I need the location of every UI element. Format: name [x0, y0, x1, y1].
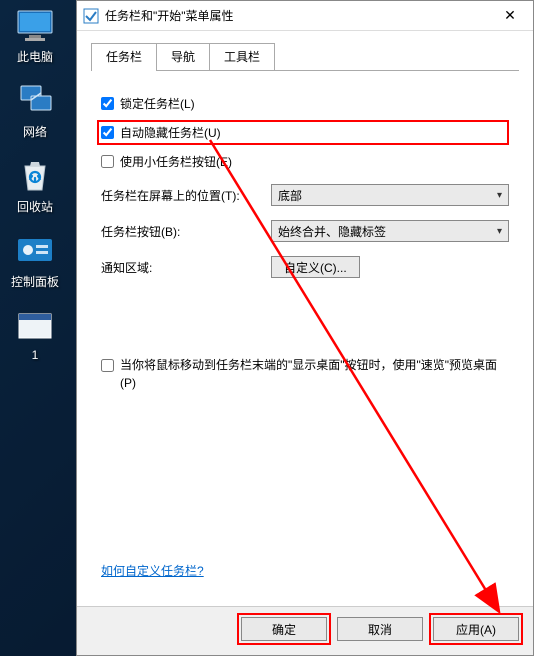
- dialog-button-row: 确定 取消 应用(A): [77, 606, 533, 655]
- position-combo[interactable]: 底部 ▾: [271, 184, 509, 206]
- taskbar-props-icon: [83, 8, 99, 24]
- control-panel-icon: [14, 233, 56, 269]
- small-buttons-checkbox[interactable]: [101, 155, 114, 168]
- desktop-icon-this-pc[interactable]: 此电脑: [0, 8, 70, 65]
- tab-label: 任务栏: [106, 50, 142, 64]
- cancel-button[interactable]: 取消: [337, 617, 423, 641]
- desktop-icon-label: 1: [0, 348, 70, 362]
- desktop: 此电脑 网络 回收站: [0, 0, 76, 656]
- tab-taskbar[interactable]: 任务栏: [91, 43, 157, 70]
- titlebar: 任务栏和"开始"菜单属性 ✕: [77, 1, 533, 31]
- form-area: 锁定任务栏(L) 自动隐藏任务栏(U) 使用小任务栏按钮(E) 任务栏在屏幕上的…: [91, 87, 519, 606]
- apply-button-label: 应用(A): [456, 621, 496, 638]
- tab-label: 工具栏: [224, 50, 260, 64]
- close-button[interactable]: ✕: [487, 1, 533, 31]
- window-thumb-icon: [14, 308, 56, 344]
- customize-button-label: 自定义(C)...: [284, 259, 347, 276]
- lock-taskbar-checkbox[interactable]: [101, 97, 114, 110]
- desktop-icon-label: 网络: [0, 123, 70, 140]
- desktop-icon-label: 此电脑: [0, 48, 70, 65]
- close-icon: ✕: [504, 7, 516, 24]
- taskbar-properties-dialog: 任务栏和"开始"菜单属性 ✕ 任务栏 导航 工具栏 锁定任务栏(L) 自动隐藏任…: [76, 0, 534, 656]
- desktop-icon-network[interactable]: 网络: [0, 83, 70, 140]
- position-row: 任务栏在屏幕上的位置(T): 底部 ▾: [101, 184, 509, 206]
- peek-checkbox[interactable]: [101, 359, 114, 372]
- pc-icon: [14, 8, 56, 44]
- small-buttons-label: 使用小任务栏按钮(E): [120, 153, 232, 170]
- small-buttons-row[interactable]: 使用小任务栏按钮(E): [101, 153, 509, 170]
- lock-taskbar-row[interactable]: 锁定任务栏(L): [101, 95, 509, 112]
- peek-label: 当你将鼠标移动到任务栏末端的"显示桌面"按钮时，使用"速览"预览桌面(P): [120, 356, 509, 392]
- tab-strip: 任务栏 导航 工具栏: [91, 43, 519, 71]
- tab-toolbars[interactable]: 工具栏: [209, 43, 275, 70]
- desktop-icon-folder-1[interactable]: 1: [0, 308, 70, 362]
- buttons-mode-row: 任务栏按钮(B): 始终合并、隐藏标签 ▾: [101, 220, 509, 242]
- desktop-icon-recycle-bin[interactable]: 回收站: [0, 158, 70, 215]
- tab-label: 导航: [171, 50, 195, 64]
- chevron-down-icon: ▾: [497, 190, 502, 201]
- chevron-down-icon: ▾: [497, 226, 502, 237]
- auto-hide-row[interactable]: 自动隐藏任务栏(U): [97, 120, 509, 145]
- lock-taskbar-label: 锁定任务栏(L): [120, 95, 195, 112]
- network-icon: [14, 83, 56, 119]
- peek-row[interactable]: 当你将鼠标移动到任务栏末端的"显示桌面"按钮时，使用"速览"预览桌面(P): [101, 356, 509, 392]
- position-label: 任务栏在屏幕上的位置(T):: [101, 187, 271, 204]
- recycle-bin-icon: [14, 158, 56, 194]
- buttons-mode-combo[interactable]: 始终合并、隐藏标签 ▾: [271, 220, 509, 242]
- ok-button[interactable]: 确定: [241, 617, 327, 641]
- auto-hide-label: 自动隐藏任务栏(U): [120, 124, 221, 141]
- desktop-icon-control-panel[interactable]: 控制面板: [0, 233, 70, 290]
- buttons-mode-value: 始终合并、隐藏标签: [278, 223, 386, 240]
- notify-area-label: 通知区域:: [101, 259, 271, 276]
- customize-button[interactable]: 自定义(C)...: [271, 256, 360, 278]
- dialog-title: 任务栏和"开始"菜单属性: [105, 7, 487, 24]
- tab-navigation[interactable]: 导航: [156, 43, 210, 70]
- notify-area-row: 通知区域: 自定义(C)...: [101, 256, 509, 278]
- auto-hide-checkbox[interactable]: [101, 126, 114, 139]
- ok-button-label: 确定: [272, 621, 296, 638]
- buttons-mode-label: 任务栏按钮(B):: [101, 223, 271, 240]
- dialog-body: 任务栏 导航 工具栏 锁定任务栏(L) 自动隐藏任务栏(U) 使用小任务栏按钮(…: [77, 31, 533, 606]
- cancel-button-label: 取消: [368, 621, 392, 638]
- help-link[interactable]: 如何自定义任务栏?: [101, 564, 204, 578]
- position-value: 底部: [278, 187, 302, 204]
- desktop-icon-label: 回收站: [0, 198, 70, 215]
- desktop-icon-label: 控制面板: [0, 273, 70, 290]
- apply-button[interactable]: 应用(A): [433, 617, 519, 641]
